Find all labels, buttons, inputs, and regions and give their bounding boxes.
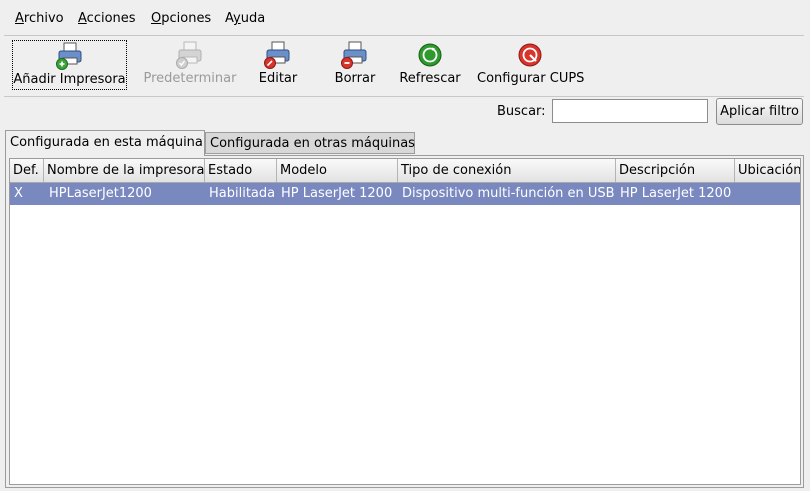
refresh-icon: [418, 43, 442, 67]
cell-status: Habilitada: [209, 186, 276, 201]
column-header-status[interactable]: Estado: [205, 159, 277, 182]
search-label: Buscar:: [497, 104, 546, 119]
add-printer-icon: [55, 42, 81, 70]
menu-bar: Archivo Acciones Opciones Ayuda: [0, 0, 810, 34]
delete-button[interactable]: Borrar: [325, 36, 385, 94]
edit-label: Editar: [258, 71, 298, 86]
edit-button[interactable]: Editar: [248, 36, 308, 94]
add-printer-label: Añadir Impresora: [13, 72, 126, 87]
tab-local-printers[interactable]: Configurada en esta máquina: [5, 130, 205, 156]
cell-description: HP LaserJet 1200: [620, 186, 732, 201]
tab-remote-printers[interactable]: Configurada en otras máquinas: [205, 132, 415, 154]
set-default-label: Predeterminar: [143, 71, 237, 86]
configure-cups-button[interactable]: Configurar CUPS: [477, 36, 585, 94]
cell-printer-name: HPLaserJet1200: [49, 186, 152, 201]
column-header-printer-name[interactable]: Nombre de la impresora: [44, 159, 205, 182]
apply-filter-button[interactable]: Aplicar filtro: [716, 98, 803, 125]
column-header-model[interactable]: Modelo: [277, 159, 398, 182]
cell-location: [735, 183, 800, 205]
menu-opciones[interactable]: Opciones: [151, 11, 211, 26]
menu-ayuda[interactable]: Ayuda: [225, 11, 265, 26]
cups-config-icon: [518, 43, 542, 67]
menu-archivo[interactable]: Archivo: [15, 11, 64, 26]
cell-model: HP LaserJet 1200: [281, 186, 393, 201]
toolbar: Añadir Impresora Predeterminar Editar Bo…: [4, 35, 804, 97]
delete-printer-icon: [341, 41, 367, 69]
cell-default: X: [14, 186, 23, 201]
edit-printer-icon: [264, 41, 290, 69]
column-header-default[interactable]: Def.: [10, 159, 44, 182]
search-input[interactable]: [552, 99, 708, 123]
add-printer-button[interactable]: Añadir Impresora: [12, 40, 127, 90]
delete-label: Borrar: [334, 71, 376, 86]
table-header: Def. Nombre de la impresora Estado Model…: [10, 159, 800, 183]
configure-cups-label: Configurar CUPS: [477, 71, 585, 86]
refresh-button[interactable]: Refrescar: [396, 36, 464, 94]
cell-connection-type: Dispositivo multi-función en USB: [402, 186, 615, 201]
set-default-button[interactable]: Predeterminar: [138, 36, 242, 94]
column-header-location[interactable]: Ubicación: [735, 159, 800, 182]
tab-panel: Def. Nombre de la impresora Estado Model…: [5, 155, 804, 488]
menu-acciones[interactable]: Acciones: [78, 11, 136, 26]
column-header-description[interactable]: Descripción: [616, 159, 735, 182]
default-printer-icon: [176, 41, 202, 69]
table-row[interactable]: X HPLaserJet1200 Habilitada HP LaserJet …: [10, 183, 800, 205]
column-header-connection-type[interactable]: Tipo de conexión: [398, 159, 616, 182]
refresh-label: Refrescar: [399, 71, 461, 86]
printer-table: Def. Nombre de la impresora Estado Model…: [9, 158, 801, 485]
